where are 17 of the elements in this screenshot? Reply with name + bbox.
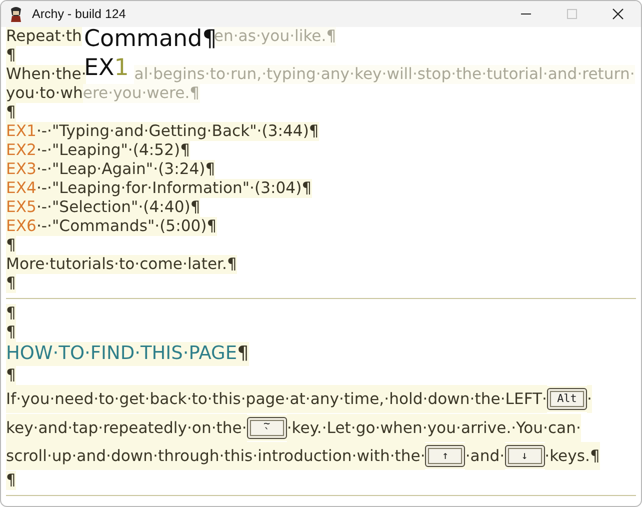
keycap: ↓ xyxy=(504,443,545,470)
close-icon xyxy=(612,8,624,20)
window-title: Archy - build 124 xyxy=(32,7,126,21)
section-heading: HOW·TO·FIND·THIS·PAGE xyxy=(6,342,238,366)
app-icon xyxy=(9,6,23,22)
leap-query: EX1 xyxy=(84,54,129,83)
maximize-icon xyxy=(566,8,578,20)
exercise-label: EX5 xyxy=(6,198,36,217)
exercise-label: EX6 xyxy=(6,217,36,236)
exercise-label: EX3 xyxy=(6,160,36,179)
minimize-icon xyxy=(520,13,532,15)
exercise-label: EX4 xyxy=(6,179,36,198)
keycap: ~ ` xyxy=(246,414,287,441)
keycap: ↑ xyxy=(425,443,466,470)
exercise-label: EX1 xyxy=(6,122,36,141)
exercise-label: EX2 xyxy=(6,141,36,160)
keycap: Alt xyxy=(547,386,587,412)
